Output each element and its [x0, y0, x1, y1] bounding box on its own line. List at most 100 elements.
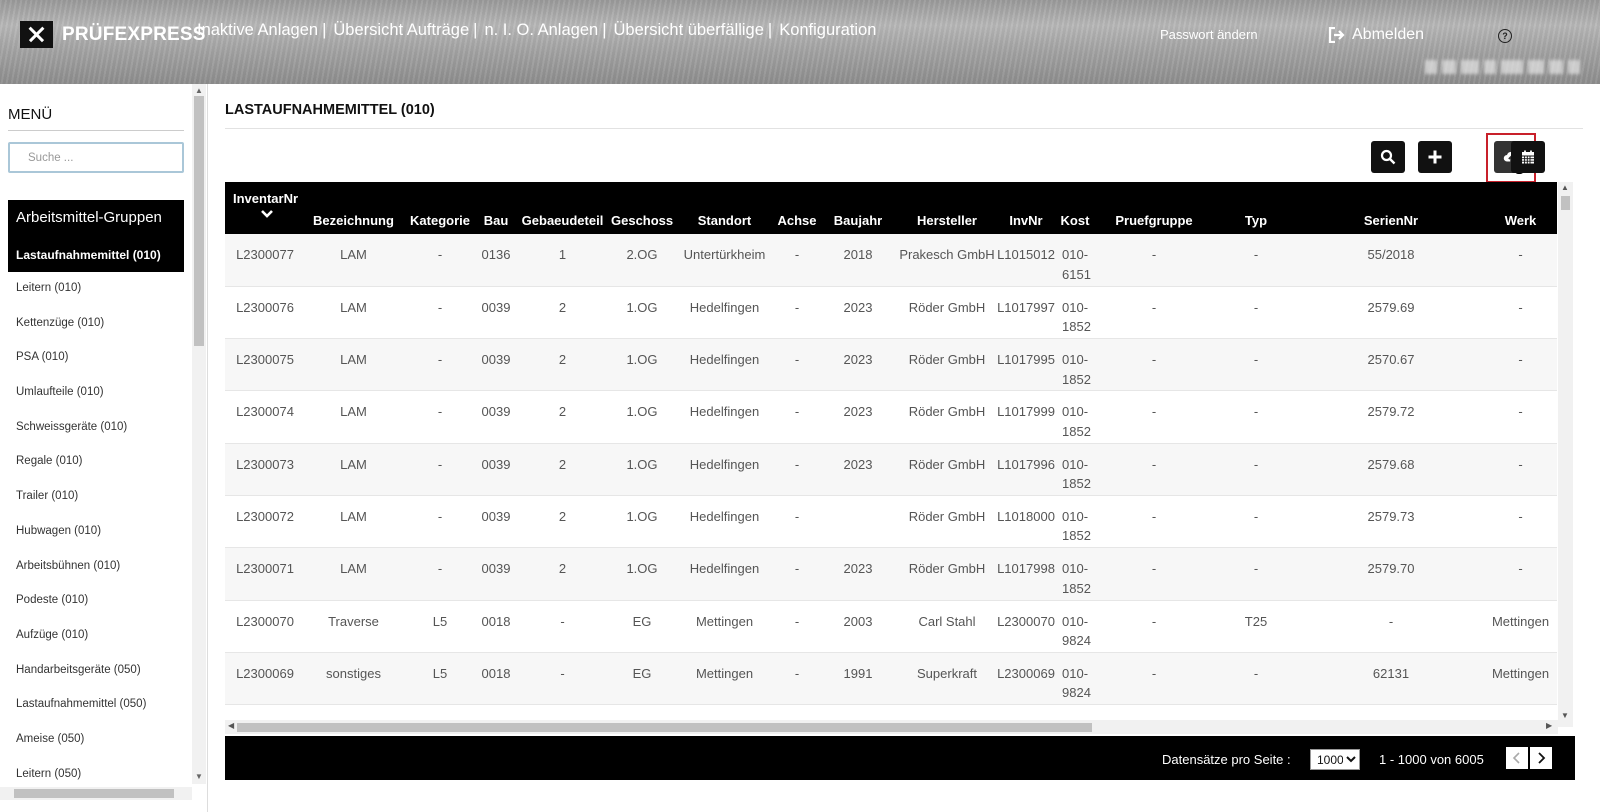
table-cell: EG — [611, 652, 673, 706]
sidebar-item[interactable]: Trailer (010) — [16, 486, 146, 521]
scroll-up-arrow-icon[interactable]: ▲ — [195, 86, 203, 95]
sidebar-item[interactable]: Arbeitsbühnen (010) — [16, 556, 146, 591]
table-cell: - — [776, 652, 818, 706]
sidebar-item[interactable]: Regale (010) — [16, 451, 146, 486]
table-cell: Hedelfingen — [673, 338, 776, 392]
sidebar-item[interactable]: PSA (010) — [16, 347, 146, 382]
scrollbar-thumb[interactable] — [1561, 196, 1570, 210]
table-row[interactable]: L2300073 LAM -0039 2 1.OG Hedelfingen -2023 Röd… — [225, 443, 1557, 496]
per-page-select[interactable]: 1000 — [1310, 749, 1360, 770]
next-page-button[interactable] — [1530, 747, 1552, 769]
table-cell: L2300070 — [996, 600, 1056, 653]
scrollbar-thumb[interactable] — [194, 96, 204, 346]
change-password-link[interactable]: Passwort ändern — [1160, 27, 1258, 42]
sidebar-item[interactable]: Schweissgeräte (010) — [16, 417, 146, 452]
sidebar-item-active[interactable]: Lastaufnahmemittel (010) — [16, 248, 161, 262]
table-cell: 1 — [514, 234, 611, 287]
column-header-achse[interactable]: Achse — [776, 182, 818, 234]
column-header-pruefgruppe[interactable]: Pruefgruppe — [1094, 182, 1214, 234]
column-header-werk[interactable]: Werk — [1484, 182, 1557, 234]
nav-nio-anlagen[interactable]: n. I. O. Anlagen — [484, 21, 598, 40]
prev-page-button[interactable] — [1506, 747, 1528, 769]
sidebar-item[interactable]: Kettenzüge (010) — [16, 313, 146, 348]
logout-button[interactable]: Abmelden — [1328, 26, 1424, 44]
table-cell: Mettingen — [1484, 652, 1557, 706]
nav-konfiguration[interactable]: Konfiguration — [779, 21, 876, 40]
search-button[interactable] — [1371, 141, 1405, 173]
table-horizontal-scrollbar[interactable]: ◀ ▶ — [225, 720, 1558, 734]
sidebar-item[interactable]: Leitern (010) — [16, 278, 146, 313]
scroll-down-arrow-icon[interactable]: ▼ — [1561, 711, 1569, 720]
table-cell: L2300074 — [225, 390, 305, 444]
column-header-invnr[interactable]: InvNr — [996, 182, 1056, 234]
table-cell: - — [776, 234, 818, 287]
table-row[interactable]: L2300074 LAM -0039 2 1.OG Hedelfingen -2023 Röd… — [225, 390, 1557, 444]
search-icon — [1380, 149, 1396, 165]
add-button[interactable] — [1418, 141, 1452, 173]
sidebar-item[interactable]: Lastaufnahmemittel (050) — [16, 694, 146, 729]
column-header-seriennr[interactable]: SerienNr — [1298, 182, 1484, 234]
redacted-username — [1425, 60, 1590, 76]
sidebar-item[interactable]: Aufzüge (010) — [16, 625, 146, 660]
sidebar-vertical-scrollbar[interactable]: ▲ ▼ — [192, 84, 206, 784]
table-cell: LAM — [305, 390, 402, 444]
nav-inaktive-anlagen[interactable]: Inaktive Anlagen — [197, 21, 318, 40]
table-cell: sonstiges — [305, 652, 402, 706]
table-row[interactable]: L2300069 sonstiges L5 0018- EG Mettingen -1991… — [225, 652, 1557, 706]
table-cell: - — [1214, 234, 1298, 287]
chevron-down-icon[interactable] — [260, 209, 274, 219]
column-header-bezeichnung[interactable]: Bezeichnung — [305, 182, 402, 234]
scroll-down-arrow-icon[interactable]: ▼ — [195, 772, 203, 781]
sidebar-item[interactable]: Podeste (010) — [16, 590, 146, 625]
table-cell: Untertürkheim — [673, 234, 776, 287]
column-header-inventarnr[interactable]: InventarNr — [225, 182, 305, 234]
column-header-kost[interactable]: Kost — [1056, 182, 1094, 234]
table-cell: - — [1094, 390, 1214, 444]
nav-uebersicht-auftraege[interactable]: Übersicht Aufträge — [333, 21, 469, 40]
table-cell: Hedelfingen — [673, 443, 776, 496]
column-header-hersteller[interactable]: Hersteller — [898, 182, 996, 234]
table-cell: 1.OG — [611, 443, 673, 496]
table-row[interactable]: L2300075 LAM -0039 2 1.OG Hedelfingen -2023 Röd… — [225, 338, 1557, 392]
calendar-button[interactable] — [1511, 141, 1545, 173]
table-row[interactable]: L2300076 LAM -0039 2 1.OG Hedelfingen -2023 Röd… — [225, 286, 1557, 340]
table-cell: Hedelfingen — [673, 286, 776, 340]
table-row[interactable]: L2300070 Traverse L5 0018- EG Mettingen -2003 C… — [225, 600, 1557, 653]
table-cell: 0039 — [478, 286, 514, 340]
table-row[interactable]: L2300077 LAM -0136 1 2.OG Untertürkheim -2018 P… — [225, 234, 1557, 287]
column-header-kategorie[interactable]: Kategorie — [402, 182, 478, 234]
scroll-left-arrow-icon[interactable]: ◀ — [228, 721, 234, 730]
nav-separator: | — [767, 21, 773, 39]
scrollbar-thumb[interactable] — [14, 789, 174, 798]
menu-title: MENÜ — [8, 106, 53, 123]
nav-uebersicht-ueberfaellige[interactable]: Übersicht überfällige — [613, 21, 763, 40]
column-header-typ[interactable]: Typ — [1214, 182, 1298, 234]
table-cell: 0018 — [478, 600, 514, 653]
table-cell: 1.OG — [611, 338, 673, 392]
table-cell: 010-1852 — [1056, 390, 1094, 444]
table-cell: T25 — [1214, 600, 1298, 653]
help-icon[interactable]: ? — [1498, 29, 1512, 43]
sidebar-search-input[interactable] — [8, 142, 184, 173]
column-header-gebaeudeteil[interactable]: Gebaeudeteil — [514, 182, 611, 234]
column-header-standort[interactable]: Standort — [673, 182, 776, 234]
sidebar-item[interactable]: Handarbeitsgeräte (050) — [16, 660, 146, 695]
scroll-right-arrow-icon[interactable]: ▶ — [1546, 721, 1552, 730]
sidebar-item[interactable]: Ameise (050) — [16, 729, 146, 764]
table-cell: - — [1484, 390, 1557, 444]
scrollbar-thumb[interactable] — [237, 723, 1092, 732]
column-header-geschoss[interactable]: Geschoss — [611, 182, 673, 234]
sidebar-item[interactable]: Umlaufteile (010) — [16, 382, 146, 417]
data-table: InventarNr Bezeichnung Kategorie Bau Geb… — [225, 182, 1557, 725]
table-row[interactable]: L2300072 LAM -0039 2 1.OG Hedelfingen - Röder G… — [225, 495, 1557, 549]
table-vertical-scrollbar[interactable]: ▲ ▼ — [1558, 182, 1573, 727]
column-header-bau[interactable]: Bau — [478, 182, 514, 234]
table-cell: 2003 — [818, 600, 898, 653]
table-row[interactable]: L2300071 LAM -0039 2 1.OG Hedelfingen -2023 Röd… — [225, 547, 1557, 601]
sidebar-horizontal-scrollbar[interactable] — [0, 787, 192, 800]
table-cell: 010-1852 — [1056, 443, 1094, 496]
close-menu-icon[interactable] — [20, 21, 53, 48]
scroll-up-arrow-icon[interactable]: ▲ — [1561, 183, 1569, 192]
column-header-baujahr[interactable]: Baujahr — [818, 182, 898, 234]
sidebar-item[interactable]: Hubwagen (010) — [16, 521, 146, 556]
